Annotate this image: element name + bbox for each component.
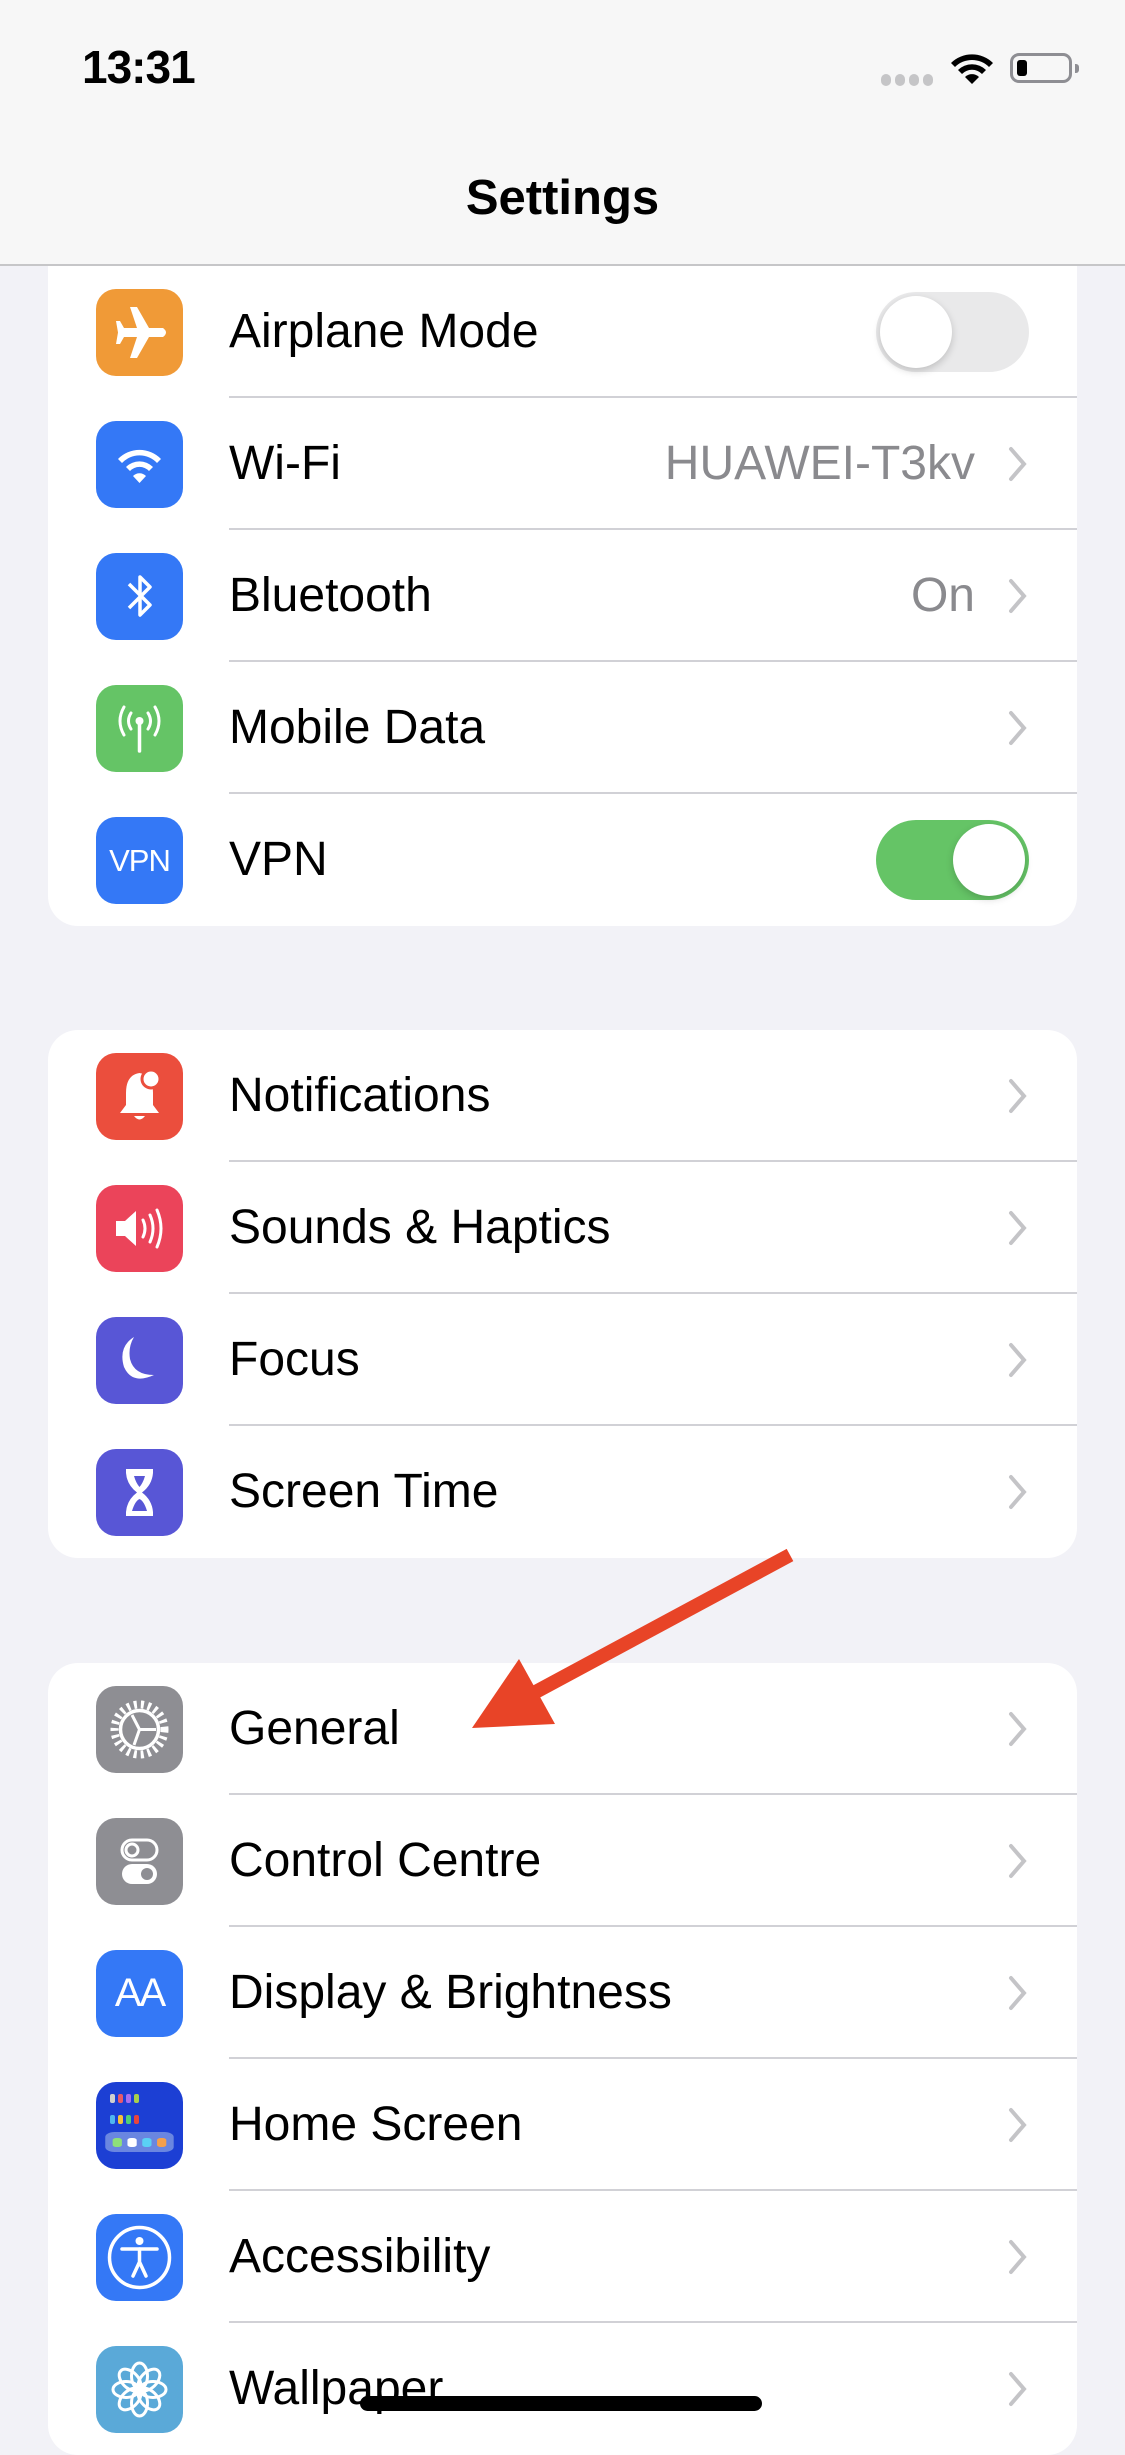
chevron-right-icon: [1009, 2240, 1027, 2274]
row-label: Focus: [229, 1333, 360, 1386]
settings-row-wifi[interactable]: Wi-Fi HUAWEI-T3kv: [48, 398, 1077, 530]
row-label: Screen Time: [229, 1465, 499, 1518]
settings-row-wallpaper[interactable]: Wallpaper: [48, 2323, 1077, 2455]
chevron-right-icon: [1009, 579, 1027, 613]
chevron-right-icon: [1009, 1844, 1027, 1878]
chevron-right-icon: [1009, 1712, 1027, 1746]
chevron-right-icon: [1009, 1079, 1027, 1113]
row-label: Display & Brightness: [229, 1966, 672, 2019]
text-size-icon: AA: [96, 1950, 183, 2037]
chevron-right-icon: [1009, 447, 1027, 481]
settings-row-airplane-mode[interactable]: Airplane Mode: [48, 266, 1077, 398]
settings-row-control-centre[interactable]: Control Centre: [48, 1795, 1077, 1927]
settings-row-vpn[interactable]: VPN VPN: [48, 794, 1077, 926]
battery-level: [1017, 60, 1027, 76]
chevron-right-icon: [1009, 2372, 1027, 2406]
cellular-signal-icon: [881, 74, 933, 86]
row-label: Airplane Mode: [229, 305, 539, 358]
home-screen-icon: [96, 2082, 183, 2169]
settings-row-mobile-data[interactable]: Mobile Data: [48, 662, 1077, 794]
wifi-network-name: HUAWEI-T3kv: [664, 437, 975, 490]
speaker-icon: [96, 1185, 183, 1272]
hourglass-icon: [96, 1449, 183, 1536]
settings-row-notifications[interactable]: Notifications: [48, 1030, 1077, 1162]
settings-row-bluetooth[interactable]: Bluetooth On: [48, 530, 1077, 662]
wifi-status-icon: [951, 54, 993, 84]
vpn-toggle[interactable]: [876, 820, 1029, 900]
row-label: Sounds & Haptics: [229, 1201, 611, 1254]
settings-row-sounds-haptics[interactable]: Sounds & Haptics: [48, 1162, 1077, 1294]
page-title: Settings: [465, 171, 660, 225]
row-label: Wallpaper: [229, 2362, 444, 2415]
switches-icon: [96, 1818, 183, 1905]
row-label: General: [229, 1702, 400, 1755]
row-label: Control Centre: [229, 1834, 542, 1887]
airplane-mode-toggle[interactable]: [876, 292, 1029, 372]
row-label: Wi-Fi: [229, 437, 341, 490]
settings-row-home-screen[interactable]: Home Screen: [48, 2059, 1077, 2191]
chevron-right-icon: [1009, 1976, 1027, 2010]
airplane-icon: [96, 289, 183, 376]
settings-row-general[interactable]: General: [48, 1663, 1077, 1795]
settings-group-general: General Control Centre AA Display & Brig…: [48, 1663, 1077, 2455]
settings-row-display-brightness[interactable]: AA Display & Brightness: [48, 1927, 1077, 2059]
antenna-icon: [96, 685, 183, 772]
bluetooth-status: On: [910, 569, 975, 622]
text-size-icon-text: AA: [114, 1971, 166, 2015]
row-label: VPN: [229, 833, 328, 886]
settings-row-accessibility[interactable]: Accessibility: [48, 2191, 1077, 2323]
row-label: Accessibility: [229, 2230, 491, 2283]
accessibility-icon: [96, 2214, 183, 2301]
row-label: Notifications: [229, 1069, 491, 1122]
gear-icon: [96, 1686, 183, 1773]
flower-icon: [96, 2346, 183, 2433]
chevron-right-icon: [1009, 2108, 1027, 2142]
chevron-right-icon: [1009, 711, 1027, 745]
battery-icon: [1010, 53, 1079, 83]
chevron-right-icon: [1009, 1475, 1027, 1509]
bluetooth-icon: [96, 553, 183, 640]
settings-group-notifications: Notifications Sounds & Haptics Focus Scr…: [48, 1030, 1077, 1558]
row-label: Mobile Data: [229, 701, 486, 754]
row-label: Home Screen: [229, 2098, 523, 2151]
bell-icon: [96, 1053, 183, 1140]
settings-row-screen-time[interactable]: Screen Time: [48, 1426, 1077, 1558]
settings-group-connectivity: Airplane Mode Wi-Fi HUAWEI-T3kv Bluetoot…: [48, 266, 1077, 926]
vpn-icon: VPN: [96, 817, 183, 904]
chevron-right-icon: [1009, 1211, 1027, 1245]
status-time: 13:31: [82, 41, 196, 93]
vpn-icon-text: VPN: [109, 842, 171, 878]
status-bar: 13:31: [0, 0, 1125, 130]
home-indicator[interactable]: [360, 2396, 762, 2411]
row-label: Bluetooth: [229, 569, 432, 622]
moon-icon: [96, 1317, 183, 1404]
settings-row-focus[interactable]: Focus: [48, 1294, 1077, 1426]
chevron-right-icon: [1009, 1343, 1027, 1377]
navigation-bar: Settings: [0, 130, 1125, 266]
wifi-icon: [96, 421, 183, 508]
